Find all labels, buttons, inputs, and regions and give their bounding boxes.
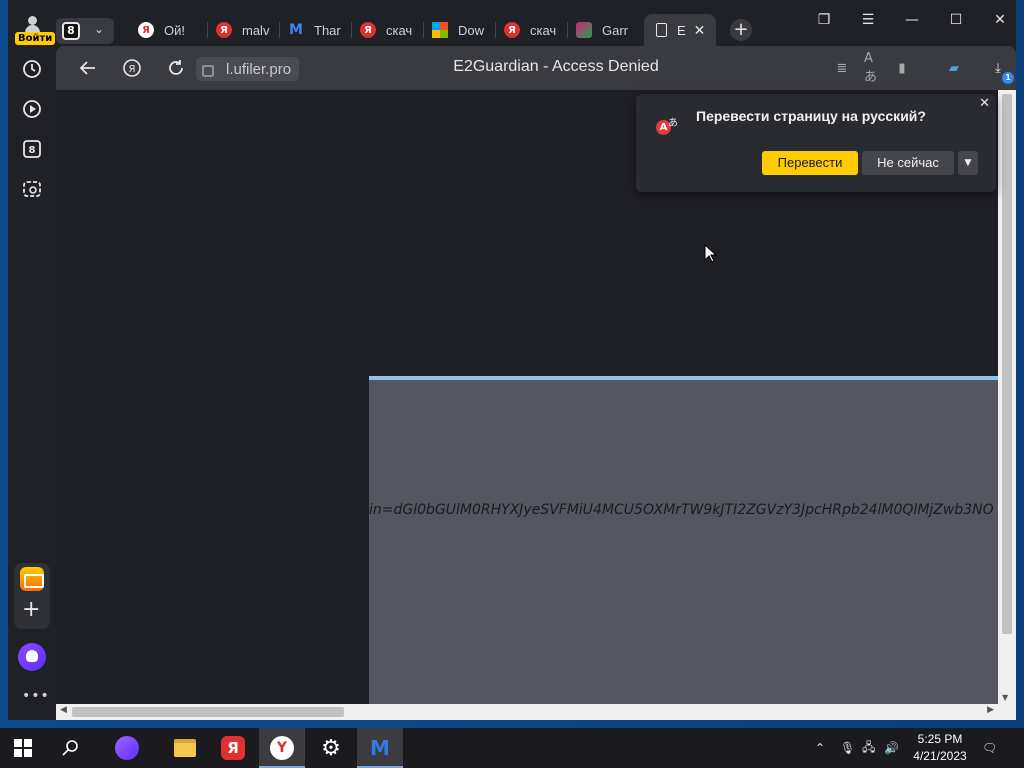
show-hidden-icons[interactable]: ⌃ bbox=[815, 728, 825, 768]
yandex-icon: Я bbox=[504, 22, 520, 38]
tab-strip: 8 ⌄ Я Ой! Я malv M Thar Я скач Dow Я ска… bbox=[56, 0, 1016, 46]
back-button[interactable] bbox=[76, 56, 100, 80]
taskbar-clock[interactable]: 5:25 PM 4/21/2023 bbox=[906, 731, 974, 765]
yandex-icon: Я bbox=[216, 22, 232, 38]
microphone-icon[interactable]: 🎙 bbox=[840, 728, 855, 768]
game-icon bbox=[576, 22, 592, 38]
yandex-icon: Я bbox=[138, 22, 154, 38]
url-field[interactable]: l.ufiler.pro bbox=[196, 57, 300, 81]
network-icon[interactable]: 🖧 bbox=[862, 728, 875, 768]
translate-button[interactable]: Перевести bbox=[762, 151, 858, 175]
blocked-page-panel: in=dGl0bGUlM0RHYXJyeSVFMiU4MCU5OXMrTW9kJ… bbox=[369, 376, 998, 704]
horizontal-scroll-thumb[interactable] bbox=[72, 707, 344, 717]
sidebar-services-panel: + bbox=[14, 563, 50, 629]
tab-item[interactable]: Я malv bbox=[216, 14, 280, 46]
new-tab-button[interactable]: + bbox=[730, 19, 752, 41]
clock-date: 4/21/2023 bbox=[913, 749, 967, 763]
file-explorer-icon[interactable] bbox=[162, 728, 208, 768]
vertical-scroll-thumb[interactable] bbox=[1002, 94, 1012, 634]
tab-label: E bbox=[677, 22, 686, 38]
downloads-count-badge: 1 bbox=[1002, 72, 1014, 84]
notifications-icon[interactable]: 🗨 bbox=[982, 728, 997, 768]
yandex-home-button[interactable]: Я bbox=[120, 56, 144, 80]
tab-label: Thar bbox=[314, 22, 341, 38]
taskbar: Я Y ⚙ M ⌃ 🎙 🖧 🔊 5:25 PM 4/21/2023 🗨 bbox=[0, 728, 1024, 768]
media-play-icon[interactable] bbox=[20, 97, 44, 121]
tab-item[interactable]: M Thar bbox=[288, 14, 352, 46]
tab-count: 8 bbox=[62, 22, 80, 40]
mail-icon[interactable] bbox=[20, 567, 44, 591]
tab-label: Ой! bbox=[164, 22, 185, 38]
scroll-right-icon[interactable]: ▶ bbox=[987, 705, 994, 715]
clock-time: 5:25 PM bbox=[917, 732, 963, 746]
svg-text:8: 8 bbox=[29, 145, 36, 156]
history-icon[interactable] bbox=[20, 57, 44, 81]
screenshot-icon[interactable] bbox=[20, 177, 44, 201]
tab-item[interactable]: Я скач bbox=[504, 14, 568, 46]
tab-item[interactable]: Я скач bbox=[360, 14, 424, 46]
search-icon[interactable] bbox=[48, 728, 94, 768]
login-label: Войти bbox=[15, 32, 56, 45]
tab-item[interactable]: Я Ой! bbox=[138, 14, 208, 46]
reload-button[interactable] bbox=[164, 56, 188, 80]
close-tab-icon[interactable]: ✕ bbox=[694, 22, 706, 39]
yandex-icon: Я bbox=[360, 22, 376, 38]
yandex-app-icon[interactable]: Я bbox=[210, 728, 256, 768]
windows-start-icon[interactable] bbox=[0, 728, 46, 768]
close-icon[interactable]: ✕ bbox=[979, 96, 990, 111]
translate-question: Перевести страницу на русский? bbox=[696, 108, 926, 124]
address-toolbar: Я l.ufiler.pro E2Guardian - Access Denie… bbox=[56, 46, 1016, 90]
tab-label: скач bbox=[530, 22, 557, 38]
collections-icon[interactable]: ❐ bbox=[804, 8, 844, 32]
alice-taskbar-icon[interactable] bbox=[104, 728, 150, 768]
protect-icon[interactable]: ▰ bbox=[944, 58, 964, 78]
yandex-browser-icon[interactable]: Y bbox=[259, 728, 305, 768]
reader-mode-icon[interactable]: ≣ bbox=[832, 58, 852, 78]
tab-item[interactable]: Garr bbox=[576, 14, 642, 46]
svg-text:Я: Я bbox=[129, 64, 136, 75]
settings-gear-icon[interactable]: ⚙ bbox=[308, 728, 354, 768]
tab-label: Dow bbox=[458, 22, 485, 38]
horizontal-scrollbar[interactable]: ◀ ▶ bbox=[56, 704, 998, 720]
more-icon[interactable]: ••• bbox=[22, 688, 50, 704]
malwarebytes-taskbar-icon[interactable]: M bbox=[357, 728, 403, 768]
scroll-down-icon[interactable]: ▼ bbox=[1002, 693, 1008, 702]
blocked-url-text: in=dGl0bGUlM0RHYXJyeSVFMiU4MCU5OXMrTW9kJ… bbox=[369, 502, 994, 518]
translate-icon: A あ bbox=[656, 114, 678, 136]
alice-assistant-icon[interactable] bbox=[18, 643, 46, 671]
close-window-icon[interactable]: ✕ bbox=[980, 8, 1020, 32]
mouse-cursor-icon bbox=[704, 244, 718, 263]
tabs-count-icon[interactable]: 8 bbox=[20, 137, 44, 161]
maximize-icon[interactable]: ☐ bbox=[936, 8, 976, 32]
tab-label: Garr bbox=[602, 22, 628, 38]
translate-popup: A あ Перевести страницу на русский? ✕ Пер… bbox=[636, 94, 996, 192]
chevron-down-icon[interactable]: ▼ bbox=[958, 151, 978, 175]
not-now-button[interactable]: Не сейчас bbox=[862, 151, 954, 175]
profile-button[interactable]: Войти bbox=[14, 16, 56, 46]
menu-icon[interactable]: ☰ bbox=[848, 8, 888, 32]
vertical-scrollbar[interactable]: ▼ bbox=[998, 90, 1016, 704]
scroll-left-icon[interactable]: ◀ bbox=[60, 705, 67, 715]
chevron-down-icon: ⌄ bbox=[94, 22, 105, 36]
bookmark-icon[interactable]: ▮ bbox=[892, 58, 912, 78]
tab-label: malv bbox=[242, 22, 270, 38]
tab-item[interactable]: Dow bbox=[432, 14, 496, 46]
volume-icon[interactable]: 🔊 bbox=[884, 728, 899, 768]
page-icon bbox=[656, 23, 667, 37]
translate-icon[interactable]: Aあ bbox=[864, 51, 884, 85]
lock-icon[interactable] bbox=[202, 65, 214, 77]
url-text: l.ufiler.pro bbox=[226, 60, 292, 78]
minimize-icon[interactable]: — bbox=[892, 8, 932, 32]
add-service-icon[interactable]: + bbox=[22, 599, 40, 621]
tab-counter-button[interactable]: 8 ⌄ bbox=[56, 18, 114, 44]
malwarebytes-icon: M bbox=[289, 22, 303, 38]
tab-label: скач bbox=[386, 22, 413, 38]
tab-item-active[interactable]: E ✕ bbox=[644, 14, 716, 46]
page-title: E2Guardian - Access Denied bbox=[453, 58, 659, 75]
microsoft-icon bbox=[432, 22, 448, 38]
browser-sidebar: Войти 8 + ••• bbox=[8, 0, 56, 720]
scrollbar-corner bbox=[998, 704, 1016, 720]
